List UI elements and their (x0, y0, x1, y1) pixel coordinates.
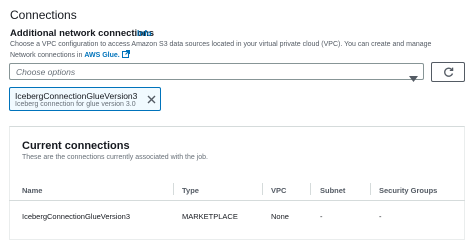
info-link[interactable]: Info (137, 29, 152, 38)
aws-glue-link[interactable]: AWS Glue. (84, 52, 119, 59)
caret-down-icon (409, 69, 418, 87)
field-description: Choose a VPC configuration to access Ama… (10, 40, 465, 62)
cell-subnet: - (320, 212, 323, 221)
column-header-type: Type (182, 186, 199, 195)
column-header-security-groups: Security Groups (379, 186, 438, 195)
panel-title: Current connections (22, 140, 130, 152)
column-divider (173, 183, 174, 195)
external-link-icon[interactable] (121, 50, 130, 62)
panel-subtitle: These are the connections currently asso… (22, 154, 208, 161)
cell-security-groups: - (379, 212, 382, 221)
description-line-2-text: Network connections in (10, 52, 85, 59)
column-header-subnet: Subnet (320, 186, 346, 195)
connections-select[interactable]: Choose options (9, 63, 424, 82)
column-divider (262, 183, 263, 195)
description-line-1: Choose a VPC configuration to access Ama… (10, 41, 432, 48)
refresh-button[interactable] (431, 62, 465, 82)
cell-name: IcebergConnectionGlueVersion3 (22, 212, 130, 221)
column-divider (370, 183, 371, 195)
token-name: IcebergConnectionGlueVersion3 (15, 91, 138, 101)
table-header-divider (9, 200, 465, 201)
cell-vpc: None (271, 212, 289, 221)
token-description: Iceberg connection for glue version 3.0 (15, 101, 136, 108)
description-line-2: Network connections in AWS Glue. (10, 50, 465, 62)
section-title: Connections (10, 8, 77, 22)
cell-type: MARKETPLACE (182, 212, 238, 221)
column-divider (310, 183, 311, 195)
column-header-name: Name (22, 186, 43, 195)
selected-connection-token: IcebergConnectionGlueVersion3 Iceberg co… (9, 87, 161, 111)
close-icon[interactable] (147, 91, 156, 109)
refresh-icon (444, 67, 454, 77)
select-placeholder: Choose options (16, 67, 76, 77)
field-label: Additional network connections (10, 28, 155, 39)
column-header-vpc: VPC (271, 186, 287, 195)
